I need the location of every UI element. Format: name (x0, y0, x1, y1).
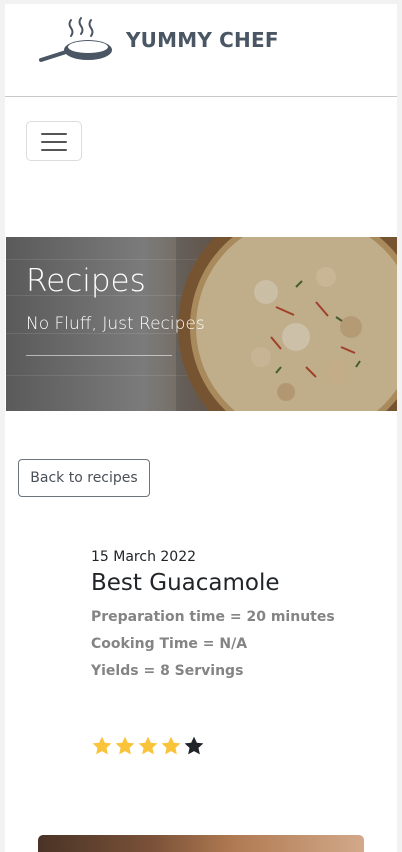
header-divider (5, 96, 397, 97)
back-to-recipes-button[interactable]: Back to recipes (18, 459, 150, 497)
hero-title: Recipes (26, 263, 146, 299)
hero-banner: Recipes No Fluff, Just Recipes (6, 237, 397, 411)
star-rating[interactable] (91, 735, 205, 757)
brand-name[interactable]: YUMMY CHEF (126, 28, 279, 52)
hero-subtitle: No Fluff, Just Recipes (26, 314, 205, 334)
star-filled-icon[interactable] (137, 735, 159, 757)
hamburger-icon (41, 133, 67, 135)
site-header: YUMMY CHEF (5, 4, 397, 96)
yields: Yields = 8 Servings (91, 663, 244, 679)
star-empty-icon[interactable] (183, 735, 205, 757)
star-filled-icon[interactable] (114, 735, 136, 757)
prep-time: Preparation time = 20 minutes (91, 609, 335, 625)
star-filled-icon[interactable] (91, 735, 113, 757)
frying-pan-icon[interactable] (38, 16, 118, 66)
recipe-title: Best Guacamole (91, 570, 280, 596)
pizza-image (176, 237, 397, 411)
recipe-date: 15 March 2022 (91, 549, 197, 565)
star-filled-icon[interactable] (160, 735, 182, 757)
hamburger-icon-bar (41, 149, 67, 151)
hamburger-icon-bar (41, 141, 67, 143)
hero-divider (26, 355, 172, 356)
nav-toggle-button[interactable] (26, 121, 82, 161)
cook-time: Cooking Time = N/A (91, 636, 248, 652)
recipe-image (38, 835, 364, 852)
page: YUMMY CHEF Recipes No Fluff, Just Recipe… (5, 4, 397, 852)
